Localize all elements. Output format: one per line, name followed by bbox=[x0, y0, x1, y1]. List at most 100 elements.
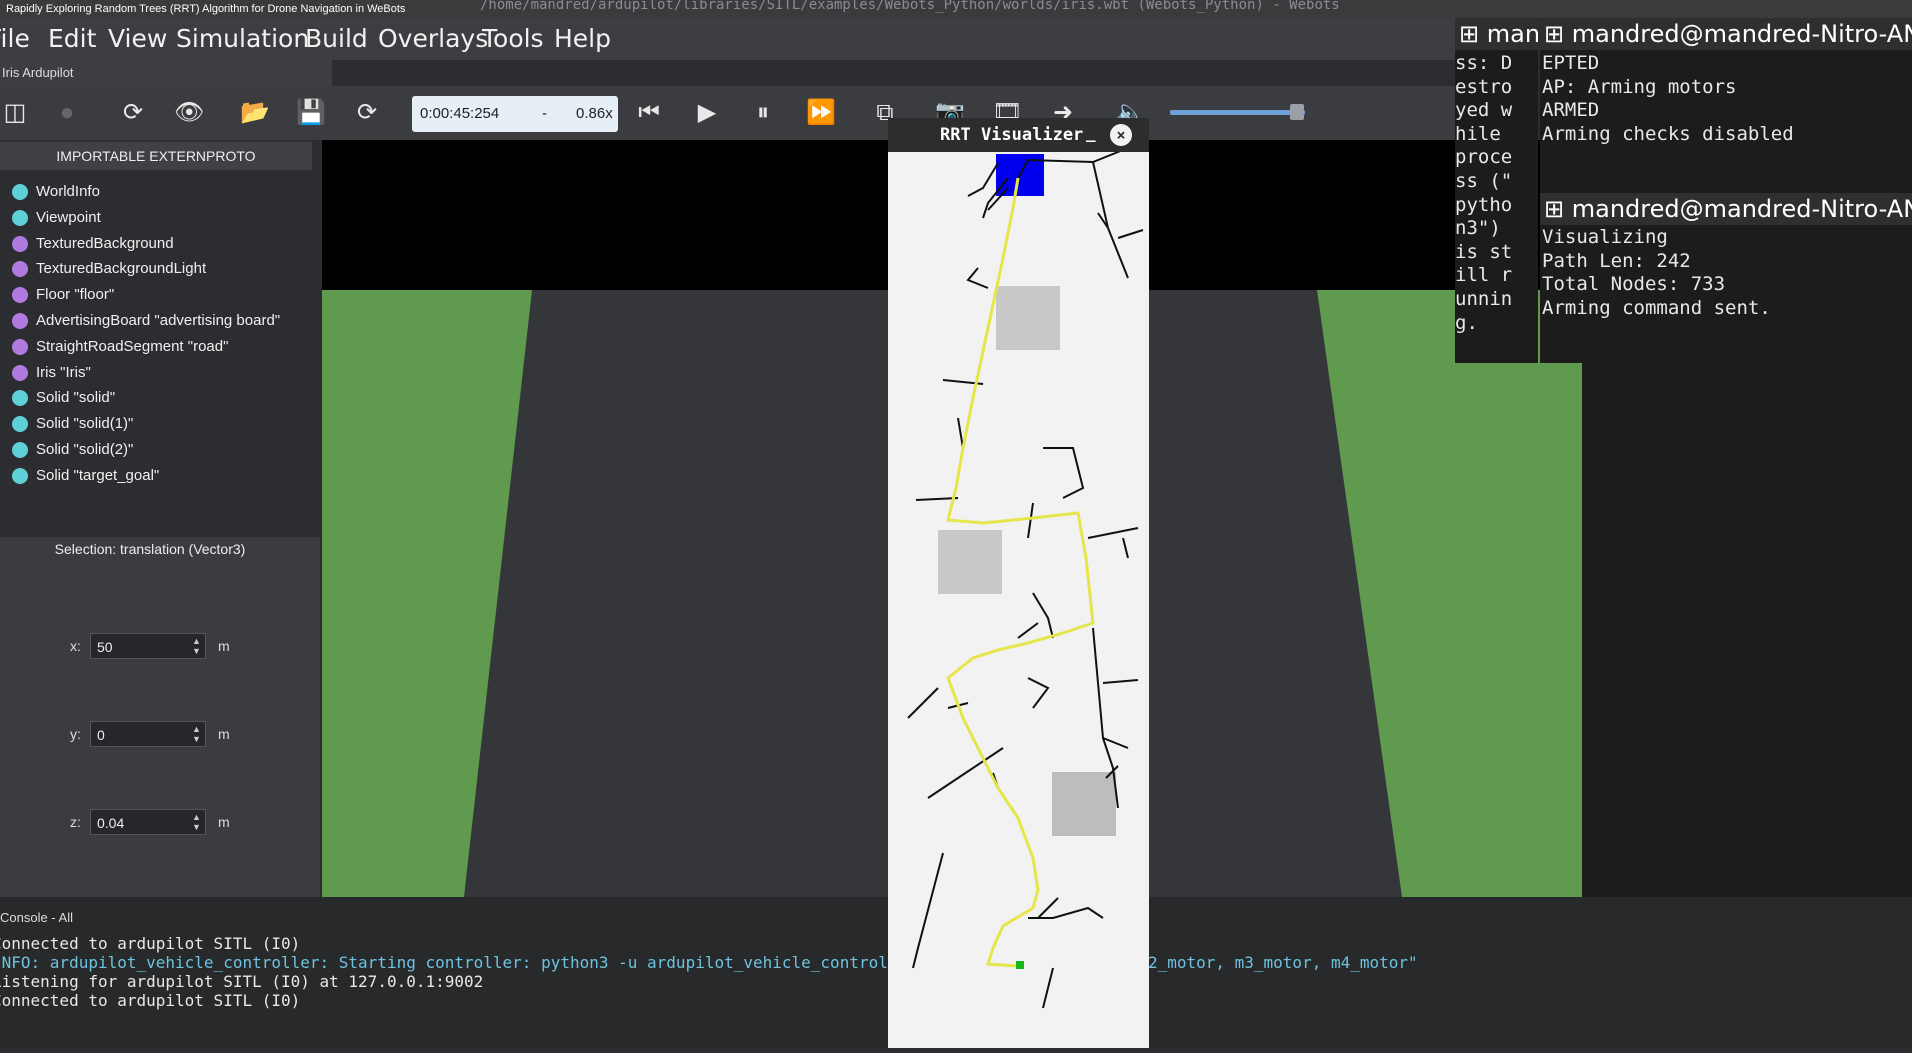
play-icon[interactable]: ▶ bbox=[692, 98, 722, 128]
hide-panel-icon[interactable]: ◫ bbox=[0, 98, 30, 128]
node-type-icon bbox=[12, 416, 28, 433]
terminal-line: ss (" bbox=[1455, 170, 1513, 192]
scene-tree-node[interactable]: Solid "solid(1)" bbox=[12, 412, 133, 436]
close-button[interactable]: × bbox=[1110, 124, 1132, 146]
scene-tree-node-label: Solid "solid" bbox=[36, 389, 116, 407]
rrt-canvas-background bbox=[888, 118, 1149, 1048]
field-y-input[interactable]: 0 bbox=[90, 721, 206, 747]
terminal-icon: ⊞ bbox=[1459, 20, 1487, 48]
volume-slider[interactable] bbox=[1170, 110, 1305, 115]
field-y-unit: m bbox=[218, 726, 230, 742]
terminal-line: Arming command sent. bbox=[1542, 296, 1771, 319]
terminal-background bbox=[1582, 363, 1912, 897]
open-folder-icon[interactable]: 📂 bbox=[240, 98, 270, 128]
node-type-icon bbox=[12, 209, 28, 226]
rrt-titlebar[interactable]: RRT Visualizer _ × bbox=[888, 118, 1149, 152]
field-y-spinner[interactable]: ▲ ▼ bbox=[192, 724, 204, 744]
terminal-line: yed w bbox=[1455, 99, 1513, 122]
menu-overlays[interactable]: Overlays bbox=[378, 24, 488, 53]
terminal-line: Total Nodes: 733 bbox=[1542, 273, 1726, 296]
terminal-line: Arming checks disabled bbox=[1542, 122, 1794, 145]
reset-viewpoint-icon[interactable]: ⟳ bbox=[118, 98, 148, 128]
scene-tree-node-label: TexturedBackground bbox=[36, 234, 174, 252]
add-node-icon[interactable]: ● bbox=[52, 98, 82, 128]
menubar: File Edit View Simulation Build Overlays… bbox=[0, 18, 1455, 60]
field-z-spinner[interactable]: ▲ ▼ bbox=[192, 812, 204, 832]
terminal-line: g. bbox=[1455, 311, 1478, 334]
field-x-input[interactable]: 50 bbox=[90, 633, 206, 659]
terminal-icon: ⊞ bbox=[1544, 20, 1572, 48]
scene-tree-node[interactable]: WorldInfo bbox=[12, 180, 100, 204]
node-type-icon bbox=[12, 364, 28, 381]
simulation-time: 0:00:45:254 bbox=[420, 105, 500, 122]
rrt-title: RRT Visualizer bbox=[940, 125, 1084, 145]
terminal-line: is st bbox=[1455, 240, 1513, 263]
field-z-unit: m bbox=[218, 814, 230, 830]
scene-tree-node[interactable]: Iris "Iris" bbox=[12, 361, 91, 385]
scene-tree-node[interactable]: TexturedBackgroundLight bbox=[12, 257, 206, 281]
menu-simulation[interactable]: Simulation bbox=[176, 24, 309, 53]
scene-tree-node[interactable]: Floor "floor" bbox=[12, 283, 114, 307]
menu-tools[interactable]: Tools bbox=[482, 24, 544, 53]
menu-build[interactable]: Build bbox=[305, 24, 368, 53]
scene-tree-node[interactable]: Solid "solid" bbox=[12, 386, 115, 410]
console-line: INFO: ardupilot_vehicle_controller: Star… bbox=[0, 953, 1418, 972]
scene-tree-node[interactable]: Solid "target_goal" bbox=[12, 464, 159, 488]
obstacle-3 bbox=[1052, 772, 1116, 836]
step-back-icon[interactable]: ⏮ bbox=[634, 98, 664, 128]
fast-forward-icon[interactable]: ⏩ bbox=[806, 98, 836, 128]
scene-tree-node[interactable]: Solid "solid(2)" bbox=[12, 438, 133, 462]
terminal-left-title: mandred@mandred-Nitro-AN515-54 bbox=[1486, 20, 1538, 48]
scene-tree-node[interactable]: Viewpoint bbox=[12, 206, 101, 230]
window-path: /home/mandred/ardupilot/libraries/SITL/e… bbox=[480, 0, 1340, 13]
menu-edit[interactable]: Edit bbox=[48, 24, 96, 53]
time-separator: - bbox=[542, 105, 547, 122]
terminal-line: estro bbox=[1455, 75, 1513, 98]
console-header: Console - All bbox=[0, 910, 73, 925]
console-line: Listening for ardupilot SITL (I0) at 127… bbox=[0, 972, 484, 991]
scene-tree-header[interactable]: IMPORTABLE EXTERNPROTO bbox=[0, 142, 312, 170]
scene-tree-node-label: Solid "solid(1)" bbox=[36, 415, 134, 433]
obstacle-1 bbox=[996, 286, 1060, 350]
rrt-visualizer-window[interactable] bbox=[888, 118, 1149, 1048]
rrt-canvas bbox=[888, 118, 1149, 1048]
minimize-button[interactable]: _ bbox=[1086, 123, 1096, 142]
menu-view[interactable]: View bbox=[108, 24, 167, 53]
reload-icon[interactable]: ⟳ bbox=[352, 98, 382, 128]
terminal-line: proce bbox=[1455, 146, 1513, 169]
node-type-icon bbox=[12, 467, 28, 484]
terminal-right[interactable]: ⊞ mandred@mandred-Nitro-AN515-54 EPTEDAP… bbox=[1540, 18, 1912, 363]
scene-tree-node-label: TexturedBackgroundLight bbox=[36, 260, 207, 278]
menu-help[interactable]: Help bbox=[554, 24, 611, 53]
goal-marker bbox=[1016, 961, 1024, 969]
terminal-line: Path Len: 242 bbox=[1542, 249, 1691, 272]
terminal-line: Visualizing bbox=[1542, 226, 1668, 248]
scene-tree-node-label: Solid "solid(2)" bbox=[36, 441, 134, 458]
node-type-icon bbox=[12, 184, 28, 201]
scene-tree-node[interactable]: TexturedBackground bbox=[12, 232, 174, 256]
selection-label: Selection: translation (Vector3) bbox=[54, 541, 246, 557]
scene-tree-node-label: Floor "floor" bbox=[36, 286, 115, 304]
terminal-line: n3") bbox=[1455, 217, 1501, 240]
visibility-eye-icon[interactable]: 👁 bbox=[174, 98, 204, 128]
console-line: Connected to ardupilot SITL (I0) bbox=[0, 934, 301, 953]
video-title-bar: Rapidly Exploring Random Trees (RRT) Alg… bbox=[0, 0, 1912, 18]
terminal-line: ss: D bbox=[1455, 52, 1513, 74]
node-type-icon bbox=[12, 313, 28, 330]
pause-icon[interactable]: ⏸ bbox=[748, 98, 778, 128]
scene-tree-node[interactable]: StraightRoadSegment "road" bbox=[12, 335, 228, 359]
scene-tree-node-label: Viewpoint bbox=[36, 208, 101, 226]
terminal-left-header: ⊞ mandred@mandred-Nitro-AN515-54 bbox=[1455, 18, 1538, 50]
field-z-label: z: bbox=[70, 814, 81, 830]
save-icon[interactable]: 💾 bbox=[296, 98, 326, 128]
field-z-input[interactable]: 0.04 bbox=[90, 809, 206, 835]
scene-tree-node[interactable]: AdvertisingBoard "advertising board" bbox=[12, 309, 280, 333]
terminal-line: EPTED bbox=[1542, 52, 1600, 74]
menu-file[interactable]: File bbox=[0, 24, 30, 53]
terminal-top-title: mandred@mandred-Nitro-AN515-54 bbox=[1571, 20, 1912, 48]
console-line: Connected to ardupilot SITL (I0) bbox=[0, 991, 301, 1010]
scene-tree-node-label: AdvertisingBoard "advertising board" bbox=[36, 312, 281, 329]
terminal-left[interactable]: ⊞ mandred@mandred-Nitro-AN515-54 ss: Des… bbox=[1455, 18, 1538, 363]
field-x-spinner[interactable]: ▲ ▼ bbox=[192, 636, 204, 656]
volume-slider-handle[interactable] bbox=[1290, 104, 1304, 120]
